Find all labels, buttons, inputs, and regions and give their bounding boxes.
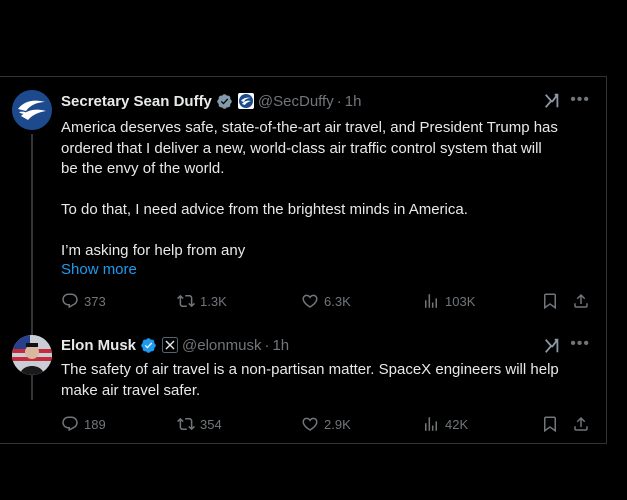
verified-badge-icon[interactable]	[216, 93, 233, 110]
tweet-secduffy[interactable]: Secretary Sean Duffy @SecDuffy · 1h ••• …	[0, 77, 607, 322]
bookmark-button[interactable]	[541, 415, 559, 438]
share-icon	[574, 416, 588, 431]
reply-icon	[62, 293, 78, 309]
avatar[interactable]	[12, 335, 52, 375]
more-options-icon[interactable]: •••	[570, 91, 590, 109]
share-button[interactable]	[572, 292, 590, 315]
tweet-text: America deserves safe, state-of-the-art …	[61, 118, 601, 262]
repost-count: 354	[200, 416, 222, 432]
repost-icon	[177, 294, 195, 308]
elon-musk-photo-icon	[12, 335, 52, 375]
bookmark-button[interactable]	[541, 292, 559, 315]
repost-button[interactable]: 1.3K	[177, 292, 227, 310]
avatar[interactable]	[12, 90, 52, 130]
grok-icon[interactable]	[543, 92, 561, 110]
tweet-elonmusk[interactable]: Elon Musk @elonmusk · 1h ••• The safety …	[0, 322, 607, 444]
tweet-line	[61, 221, 601, 242]
heart-icon	[302, 417, 318, 431]
user-handle[interactable]: @elonmusk	[182, 337, 261, 354]
tweet-line: be the envy of the world.	[61, 160, 225, 177]
repost-count: 1.3K	[200, 293, 227, 309]
heart-icon	[302, 294, 318, 308]
tweet-line: The safety of air travel is a non-partis…	[61, 361, 559, 378]
views-chart-icon	[425, 294, 437, 308]
tweet-actions: 189 354 2.9K 42K	[61, 415, 601, 435]
dot-eagle-logo-icon	[12, 90, 52, 130]
display-name[interactable]: Elon Musk	[61, 337, 136, 354]
tweet-header: Secretary Sean Duffy @SecDuffy · 1h	[61, 91, 361, 111]
tweet-text: The safety of air travel is a non-partis…	[61, 360, 601, 401]
bookmark-icon	[544, 293, 556, 310]
reply-button[interactable]: 373	[61, 292, 106, 310]
like-count: 6.3K	[324, 293, 351, 309]
share-button[interactable]	[572, 415, 590, 438]
tweet-line: To do that, I need advice from the brigh…	[61, 201, 468, 218]
repost-icon	[177, 417, 195, 431]
views-count: 42K	[445, 416, 469, 432]
reply-count: 189	[84, 416, 106, 432]
verified-badge-icon[interactable]	[140, 337, 157, 354]
separator-dot: ·	[336, 92, 342, 110]
views-button[interactable]: 103K	[422, 292, 475, 310]
more-options-icon[interactable]: •••	[570, 335, 590, 353]
timestamp[interactable]: 1h	[272, 337, 289, 354]
tweet-line: ordered that I deliver a new, world-clas…	[61, 139, 542, 157]
user-handle[interactable]: @SecDuffy	[258, 93, 334, 110]
repost-button[interactable]: 354	[177, 415, 222, 433]
agency-affiliation-icon[interactable]	[237, 93, 254, 109]
timestamp[interactable]: 1h	[345, 93, 362, 110]
like-button[interactable]: 2.9K	[301, 415, 351, 433]
show-more-link[interactable]: Show more	[61, 261, 137, 278]
tweet-header: Elon Musk @elonmusk · 1h	[61, 335, 289, 355]
share-icon	[574, 293, 588, 308]
x-affiliation-icon[interactable]	[162, 337, 179, 353]
views-count: 103K	[445, 293, 476, 309]
bookmark-icon	[544, 416, 556, 433]
grok-icon[interactable]	[543, 337, 561, 355]
reply-button[interactable]: 189	[61, 415, 106, 433]
tweet-line: I’m asking for help from any	[61, 242, 246, 259]
tweet-line	[61, 180, 601, 201]
tweet-line: America deserves safe, state-of-the-art …	[61, 119, 558, 136]
reply-icon	[62, 416, 78, 432]
tweet-thread-card: Secretary Sean Duffy @SecDuffy · 1h ••• …	[0, 76, 607, 444]
tweet-actions: 373 1.3K 6.3K 103K	[61, 292, 601, 312]
like-button[interactable]: 6.3K	[301, 292, 351, 310]
separator-dot: ·	[264, 336, 270, 354]
tweet-line: make air travel safer.	[61, 381, 201, 399]
display-name[interactable]: Secretary Sean Duffy	[61, 93, 212, 110]
reply-count: 373	[84, 293, 106, 309]
like-count: 2.9K	[324, 416, 351, 432]
views-button[interactable]: 42K	[422, 415, 468, 433]
views-chart-icon	[425, 417, 437, 431]
